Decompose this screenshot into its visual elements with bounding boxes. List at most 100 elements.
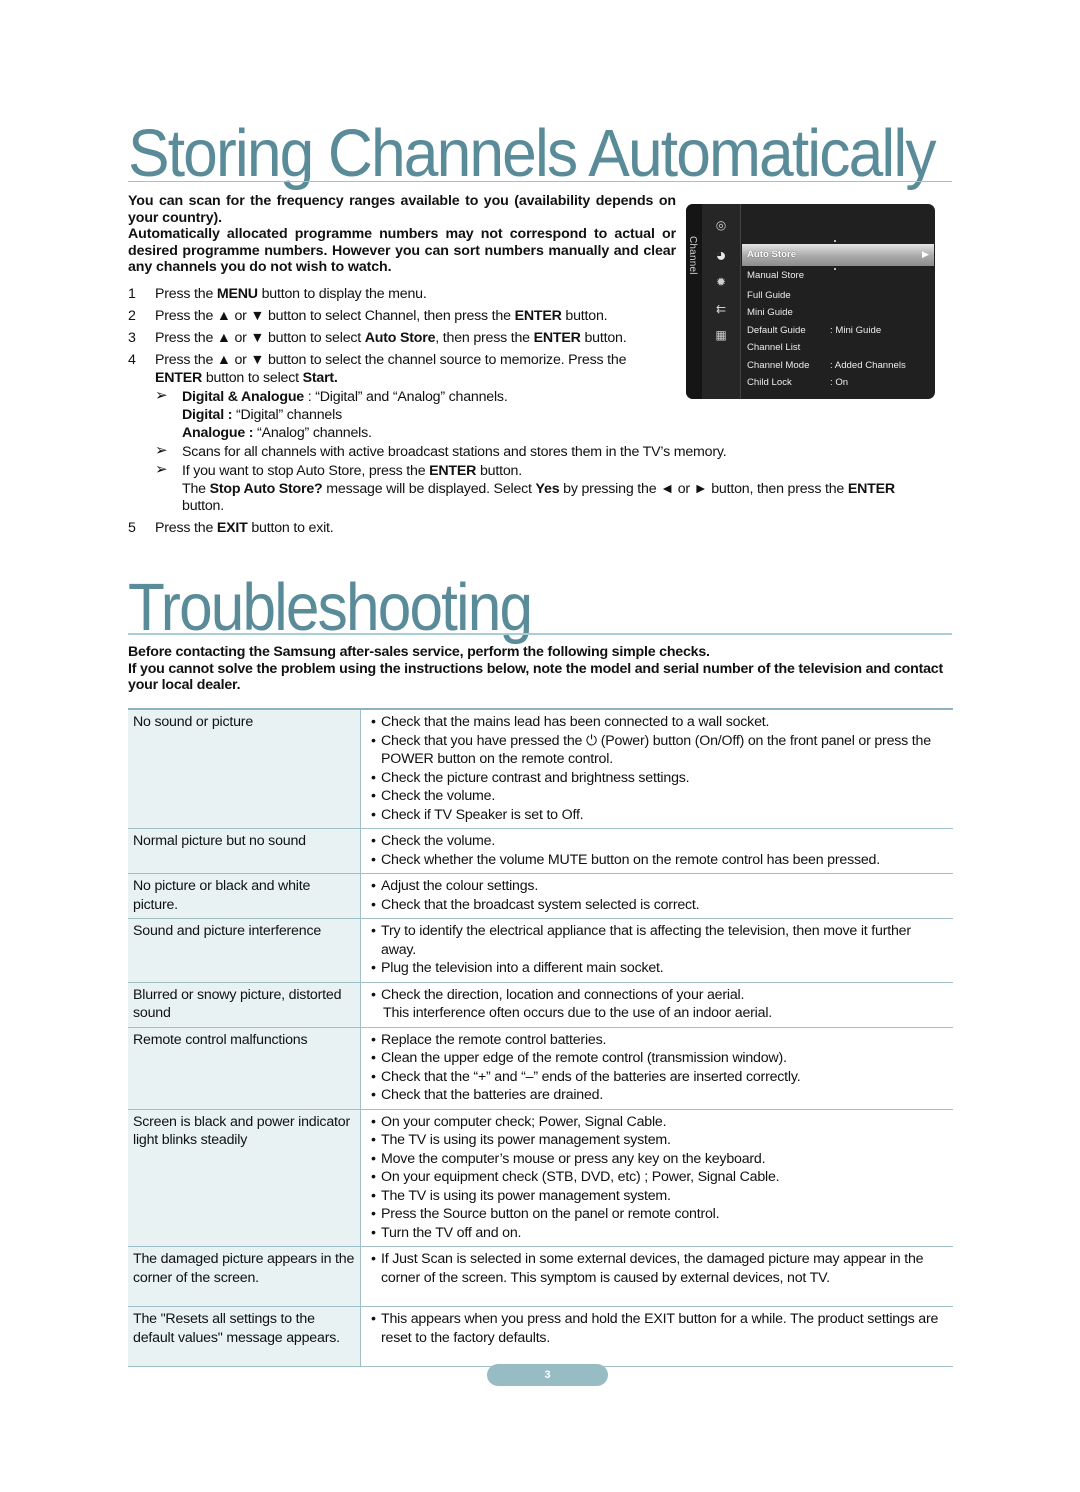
application-icon[interactable]: ▦ <box>713 328 729 342</box>
menu-tab: Channel <box>686 204 702 399</box>
bold-text: ENTER <box>514 308 562 324</box>
text: The <box>182 481 210 497</box>
menu-tab-label: Channel <box>687 236 698 275</box>
text: button to exit. <box>247 520 334 536</box>
channel-icon[interactable]: ◕ <box>708 244 734 266</box>
bold-text: ENTER <box>533 330 581 346</box>
troubleshooting-table: No sound or picture Check that the mains … <box>128 708 953 1367</box>
text: , then press the <box>435 330 534 346</box>
solution-item: The TV is using its power management sys… <box>371 1131 948 1150</box>
text: Scans for all channels with active broad… <box>182 444 727 460</box>
solution-cell: Check the volume.Check whether the volum… <box>360 828 953 874</box>
table-row: The damaged picture appears in the corne… <box>128 1246 953 1307</box>
menu-item-value: : Mini Guide <box>830 325 882 336</box>
submenu-arrow-icon: ▶ <box>922 249 929 259</box>
problem-cell: Sound and picture interference <box>128 918 361 982</box>
text: Press the <box>155 520 217 536</box>
table-row: The "Resets all settings to the default … <box>128 1306 953 1367</box>
bold-text: ENTER <box>847 481 895 497</box>
table-row: Screen is black and power indicator ligh… <box>128 1108 953 1247</box>
bold-text: Yes <box>535 481 560 497</box>
note-item: ➢ Scans for all channels with active broa… <box>155 442 928 461</box>
step-item: 4 Press the ▲ or ▼ button to select the c… <box>128 351 665 387</box>
menu-item-mini-guide[interactable]: Mini Guide <box>747 307 793 318</box>
scroll-down-indicator <box>834 268 836 270</box>
text: button. <box>580 330 627 346</box>
step-number: 1 <box>128 286 136 302</box>
solution-item: Check that the broadcast system selected… <box>371 896 948 915</box>
table-row: No picture or black and white picture.Ad… <box>128 873 953 919</box>
solution-cell: Replace the remote control batteries.Cle… <box>360 1026 953 1109</box>
note-line: Digital : “Digital” channels <box>182 406 928 424</box>
text: Press the ▲ or ▼ button to select the ch… <box>155 352 627 368</box>
bold-text: Analogue : <box>182 425 254 441</box>
bold-text: Start. <box>302 370 338 386</box>
problem-cell: Screen is black and power indicator ligh… <box>128 1108 361 1247</box>
tv-channel-menu: Channel ◎ ◕ ✹ ⇇ ▦ ▶ Auto Store Manual Sto… <box>686 204 935 399</box>
menu-item-manual-store[interactable]: Manual Store <box>747 270 804 281</box>
input-icon[interactable]: ⇇ <box>713 302 729 316</box>
menu-item-value: : On <box>830 377 849 388</box>
solution-item: On your equipment check (STB, DVD, etc) … <box>371 1168 948 1187</box>
text: Press the ▲ or ▼ button to select <box>155 330 365 346</box>
intro-paragraph: You can scan for the frequency ranges av… <box>128 193 676 226</box>
section-title-storing-channels: Storing Channels Automatically <box>128 116 936 191</box>
note-line: Analogue : “Analog” channels. <box>182 424 928 442</box>
text: button. <box>561 308 608 324</box>
solution-item: Check the direction, location and connec… <box>371 986 948 1005</box>
menu-item-auto-store[interactable]: Auto Store <box>747 249 796 260</box>
lead-paragraph: Before contacting the Samsung after-sale… <box>128 644 710 660</box>
title-rule <box>128 633 952 635</box>
bold-text: Digital : <box>182 407 233 423</box>
menu-item-channel-mode[interactable]: Channel Mode <box>747 360 809 371</box>
solution-item: Check that you have pressed the ⏻ (Power… <box>371 732 948 769</box>
menu-item-child-lock[interactable]: Child Lock <box>747 377 792 388</box>
text: button. <box>182 498 224 514</box>
table-row: Blurred or snowy picture, distorted soun… <box>128 981 953 1027</box>
stop-message-note: The Stop Auto Store? message will be dis… <box>155 481 928 515</box>
text: “Analog” channels. <box>253 425 372 441</box>
table-row: No sound or picture Check that the mains … <box>128 708 953 829</box>
text: by pressing the ◄ or ► button, then pres… <box>559 481 848 497</box>
step-number: 3 <box>128 330 136 346</box>
solution-item: Adjust the colour settings. <box>371 877 948 896</box>
text: button to display the menu. <box>257 286 427 302</box>
table-row: Normal picture but no soundCheck the vol… <box>128 828 953 874</box>
text: button to select <box>202 370 303 386</box>
solution-item: Check the volume. <box>371 787 948 806</box>
solution-item: Check the picture contrast and brightnes… <box>371 769 948 788</box>
menu-item-full-guide[interactable]: Full Guide <box>747 290 791 301</box>
scroll-up-indicator <box>834 240 836 242</box>
solution-cell: Check that the mains lead has been conne… <box>360 708 953 829</box>
step-number: 2 <box>128 308 136 324</box>
intro-paragraph: Automatically allocated programme number… <box>128 226 676 276</box>
solution-item: Plug the television into a different mai… <box>371 959 948 978</box>
picture-icon[interactable]: ◎ <box>713 218 729 232</box>
menu-item-value: : Added Channels <box>830 360 906 371</box>
problem-cell: Blurred or snowy picture, distorted soun… <box>128 981 361 1027</box>
title-rule <box>128 181 952 182</box>
solution-item: Clean the upper edge of the remote contr… <box>371 1049 948 1068</box>
solution-item: Check whether the volume MUTE button on … <box>371 851 948 870</box>
solution-cell: On your computer check; Power, Signal Ca… <box>360 1108 953 1247</box>
solution-continuation: This interference often occurs due to th… <box>383 1005 773 1021</box>
menu-item-default-guide[interactable]: Default Guide <box>747 325 806 336</box>
solution-item: The TV is using its power management sys… <box>371 1187 948 1206</box>
problem-cell: The "Resets all settings to the default … <box>128 1306 361 1367</box>
bold-text: ENTER <box>429 463 477 479</box>
text: “Digital” channels <box>232 407 342 423</box>
solution-item: Check the volume. <box>371 832 948 851</box>
menu-item-channel-list[interactable]: Channel List <box>747 342 800 353</box>
table-row: Remote control malfunctionsReplace the r… <box>128 1026 953 1109</box>
bold-text: MENU <box>216 286 258 302</box>
intro-text: You can scan for the frequency ranges av… <box>128 193 676 276</box>
solution-item: Replace the remote control batteries. <box>371 1031 948 1050</box>
note-line: If you want to stop Auto Store, press th… <box>182 462 928 480</box>
setup-icon[interactable]: ✹ <box>713 275 729 289</box>
note-arrow-icon: ➢ <box>155 442 168 459</box>
solution-item: Check that the mains lead has been conne… <box>371 713 948 732</box>
note-arrow-icon: ➢ <box>155 461 168 478</box>
text: button. <box>476 463 522 479</box>
solution-item: Move the computer’s mouse or press any k… <box>371 1150 948 1169</box>
note-arrow-icon: ➢ <box>155 387 168 404</box>
